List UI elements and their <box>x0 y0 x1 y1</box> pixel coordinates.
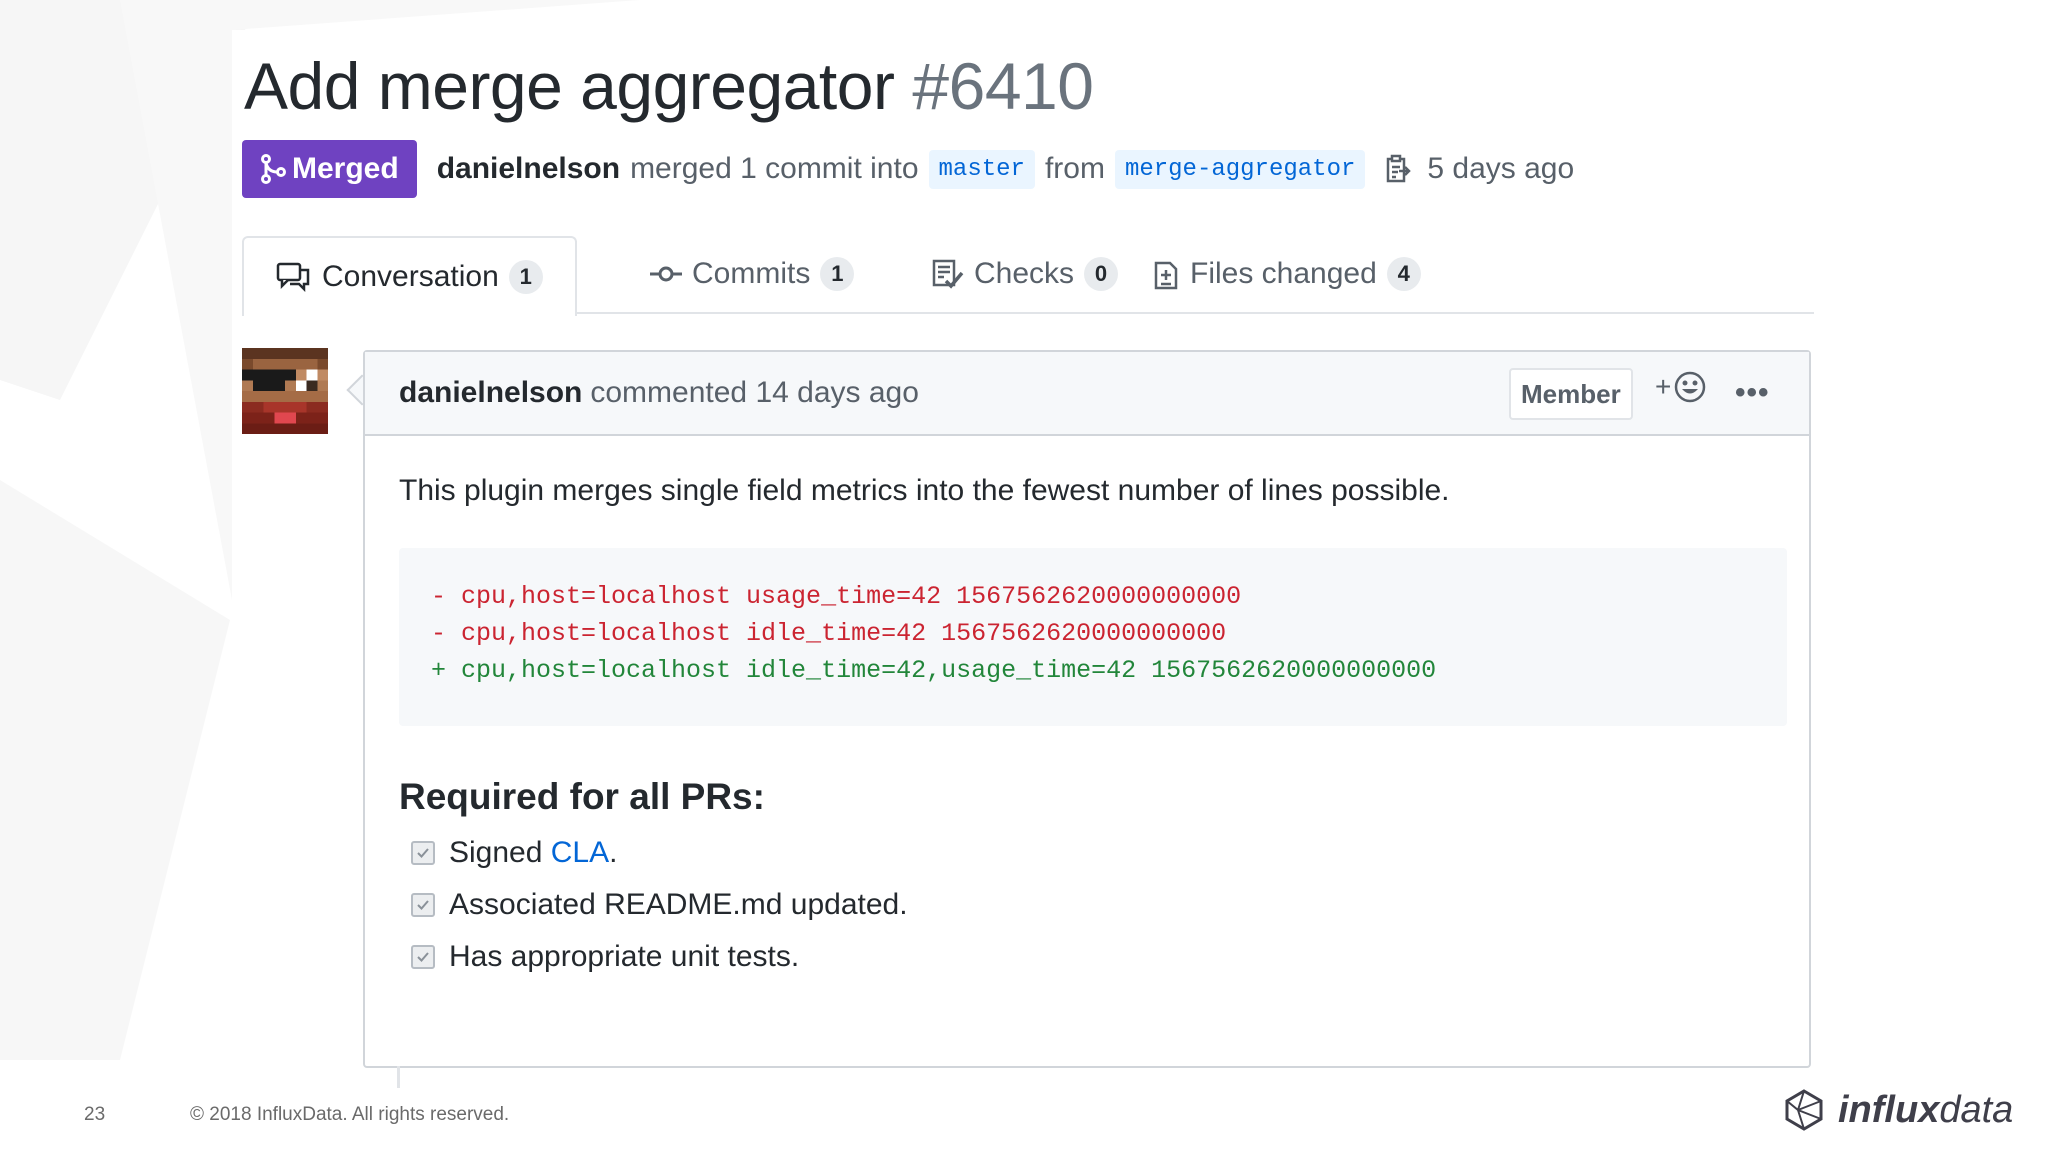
task-text: Associated README.md updated. <box>449 888 908 921</box>
diff-line-added: + cpu,host=localhost idle_time=42,usage_… <box>431 656 1437 685</box>
comment-discussion-icon <box>276 262 310 292</box>
influxdata-logo: influxdata <box>1782 1088 2013 1132</box>
task-item: Signed CLA. <box>399 836 1775 870</box>
add-reaction-button[interactable]: + <box>1655 370 1707 404</box>
required-heading: Required for all PRs: <box>399 776 765 817</box>
task-checkbox[interactable] <box>411 841 435 865</box>
more-options-button[interactable]: ••• <box>1735 376 1770 410</box>
pr-meta: Merged danielnelson merged 1 commit into… <box>242 140 1574 198</box>
tab-conversation[interactable]: Conversation 1 <box>242 236 577 316</box>
comment-header: danielnelson commented 14 days ago Membe… <box>365 352 1809 436</box>
logo-wordmark: influxdata <box>1838 1089 2013 1132</box>
tab-commits[interactable]: Commits 1 <box>650 236 855 312</box>
pr-title: Add merge aggregator #6410 <box>244 48 1094 124</box>
logo-text-light: data <box>1939 1088 2014 1131</box>
merge-text: merged 1 commit into <box>630 152 919 185</box>
task-text: Signed CLA. <box>449 836 617 870</box>
pr-tabs: Conversation 1 Commits 1 Checks 0 Files … <box>242 236 1814 316</box>
from-text: from <box>1044 152 1105 185</box>
tab-conversation-label: Conversation <box>322 260 499 293</box>
reaction-plus: + <box>1655 371 1672 402</box>
tab-checks-label: Checks <box>974 257 1075 290</box>
task-text-suffix: . <box>609 836 618 869</box>
checkmark-icon <box>417 848 429 858</box>
checkmark-icon <box>417 900 429 910</box>
task-item: Associated README.md updated. <box>399 888 1775 922</box>
comment-text: This plugin merges single field metrics … <box>399 474 1450 507</box>
task-checkbox[interactable] <box>411 893 435 917</box>
diff-line-removed: - cpu,host=localhost idle_time=42 156756… <box>431 619 1227 648</box>
tab-checks[interactable]: Checks 0 <box>932 236 1119 312</box>
avatar[interactable] <box>242 348 328 434</box>
cla-link[interactable]: CLA <box>551 836 609 869</box>
member-badge: Member <box>1509 368 1633 420</box>
merged-label: Merged <box>292 152 399 185</box>
timeline-line <box>397 1066 400 1088</box>
tab-conversation-count: 1 <box>508 260 543 294</box>
tab-commits-count: 1 <box>820 257 855 291</box>
task-item: Has appropriate unit tests. <box>399 940 1775 974</box>
slide-content: Add merge aggregator #6410 Merged danieln… <box>232 30 1818 1088</box>
file-diff-icon <box>1154 261 1178 290</box>
pr-number: #6410 <box>912 49 1094 123</box>
logo-text-bold: influx <box>1838 1088 1940 1131</box>
comment-timestamp[interactable]: commented 14 days ago <box>590 376 919 410</box>
pr-title-text: Add merge aggregator <box>244 49 895 123</box>
code-block: - cpu,host=localhost usage_time=42 15675… <box>399 548 1787 726</box>
git-commit-icon <box>650 266 682 282</box>
comment-box: danielnelson commented 14 days ago Membe… <box>363 350 1811 1068</box>
base-branch[interactable]: master <box>928 149 1035 189</box>
slide-number: 23 <box>84 1104 106 1125</box>
pr-author-link[interactable]: danielnelson <box>437 152 620 186</box>
tab-files-label: Files changed <box>1190 257 1377 290</box>
influxdata-logo-icon <box>1785 1089 1823 1131</box>
smiley-icon <box>1675 371 1706 403</box>
tab-files-count: 4 <box>1386 257 1421 291</box>
clipboard-icon[interactable] <box>1385 154 1412 184</box>
git-merge-icon <box>261 154 286 184</box>
head-branch[interactable]: merge-aggregator <box>1114 149 1366 189</box>
tab-commits-label: Commits <box>692 257 811 290</box>
tab-checks-count: 0 <box>1084 257 1119 291</box>
task-checkbox[interactable] <box>411 945 435 969</box>
checklist-icon <box>932 259 964 289</box>
merge-time: 5 days ago <box>1427 152 1575 185</box>
diff-line-removed: - cpu,host=localhost usage_time=42 15675… <box>431 582 1242 611</box>
comment-body: This plugin merges single field metrics … <box>365 436 1809 1004</box>
tab-files-changed[interactable]: Files changed 4 <box>1152 236 1421 312</box>
task-text-prefix: Signed <box>449 836 551 869</box>
comment-author-link[interactable]: danielnelson <box>399 376 582 410</box>
checkmark-icon <box>417 952 429 962</box>
task-text: Has appropriate unit tests. <box>449 940 800 973</box>
merged-badge: Merged <box>242 140 417 198</box>
copyright-text: © 2018 InfluxData. All rights reserved. <box>190 1104 510 1125</box>
